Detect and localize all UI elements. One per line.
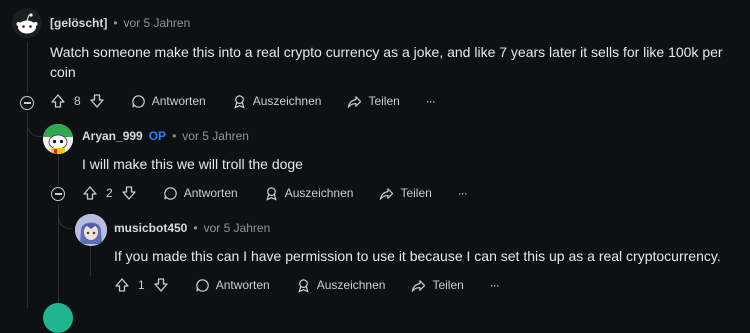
share-button[interactable]: Teilen [411,278,464,293]
more-options-button[interactable]: ··· [458,186,468,200]
award-button[interactable]: Auszeichnen [296,278,386,293]
op-badge: OP [148,129,167,143]
share-label: Teilen [368,94,400,108]
comment-meta: Aryan_999 OP • vor 5 Jahren [82,129,249,143]
award-button[interactable]: Auszeichnen [232,94,322,109]
comment-author[interactable]: musicbot450 [114,221,187,235]
award-label: Auszeichnen [284,186,354,200]
comment-author[interactable]: [gelöscht] [50,16,107,30]
thread-elbow [27,118,42,137]
chat-bubble-icon [131,94,145,108]
comment-meta: musicbot450 • vor 5 Jahren [114,221,270,235]
comment-timestamp[interactable]: vor 5 Jahren [182,129,249,143]
reply-label: Antworten [151,94,206,108]
thread-line [90,246,91,276]
avatar-deleted[interactable] [12,8,42,38]
share-button[interactable]: Teilen [347,94,400,109]
comment-timestamp[interactable]: vor 5 Jahren [204,221,271,235]
comment-actions: 8 Antworten Auszeichnen Teilen ··· [50,93,436,109]
more-options-button[interactable]: ··· [490,278,500,292]
vote-score: 2 [106,186,113,200]
comment-body: Watch someone make this into a real cryp… [50,44,723,80]
award-label: Auszeichnen [252,94,322,108]
comment-author[interactable]: Aryan_999 [82,129,143,143]
comment-body: If you made this can I have permission t… [114,248,721,264]
thread-elbow [58,210,73,229]
downvote-icon[interactable] [153,277,169,293]
separator-dot: • [193,221,198,235]
reply-label: Antworten [183,186,238,200]
comment-timestamp[interactable]: vor 5 Jahren [124,16,191,30]
share-label: Teilen [432,278,464,292]
award-icon [298,278,309,293]
upvote-icon[interactable] [82,185,98,201]
thread-line [27,112,28,308]
collapse-thread-button[interactable] [20,96,34,110]
avatar-aryan[interactable] [43,124,73,154]
more-options-button[interactable]: ··· [426,94,436,108]
upvote-icon[interactable] [50,93,66,109]
reply-button[interactable]: Antworten [131,94,206,109]
reply-button[interactable]: Antworten [195,278,270,293]
downvote-icon[interactable] [121,185,137,201]
downvote-icon[interactable] [89,93,105,109]
vote-score: 1 [138,278,145,292]
thread-line [27,42,28,92]
vote-group: 1 [114,277,169,293]
thread-line [58,152,59,186]
share-label: Teilen [400,186,432,200]
chat-bubble-icon [163,186,177,200]
avatar-musicbot[interactable] [75,214,107,246]
reddit-snoo-icon [16,13,38,34]
reply-label: Antworten [215,278,270,292]
separator-dot: • [113,16,118,30]
comment-meta: [gelöscht] • vor 5 Jahren [50,16,190,30]
collapse-thread-button[interactable] [51,187,65,201]
share-icon [348,95,362,108]
comment-actions: 1 Antworten Auszeichnen Teilen ··· [114,277,500,293]
vote-group: 8 [50,93,105,109]
share-button[interactable]: Teilen [379,186,432,201]
user-avatar-icon [43,124,73,154]
share-icon [412,279,426,292]
chat-bubble-icon [195,278,209,292]
separator-dot: • [172,129,177,143]
award-button[interactable]: Auszeichnen [264,186,354,201]
upvote-icon[interactable] [114,277,130,293]
award-icon [266,186,277,201]
vote-score: 8 [74,94,81,108]
reply-button[interactable]: Antworten [163,186,238,201]
comment-body: I will make this we will troll the doge [82,156,303,172]
award-icon [234,94,245,109]
vote-group: 2 [82,185,137,201]
award-label: Auszeichnen [316,278,386,292]
share-icon [380,187,394,200]
comment-actions: 2 Antworten Auszeichnen Teilen ··· [82,185,468,201]
anime-avatar-icon [75,214,107,246]
